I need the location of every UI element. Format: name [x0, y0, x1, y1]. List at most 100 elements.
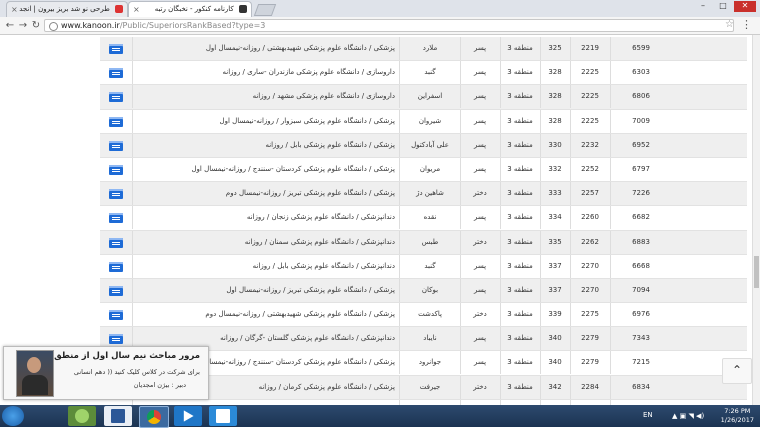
report-card-icon[interactable] [109, 189, 123, 200]
cell-field: پزشکی / دانشگاه علوم پزشکی تبریز / روزان… [132, 278, 400, 302]
forward-arrow-icon[interactable]: → [17, 19, 29, 32]
cell-rank: 2252 [570, 157, 611, 181]
taskbar-word-icon[interactable] [104, 406, 132, 426]
scrollbar-thumb[interactable] [754, 256, 759, 288]
cell-rank: 2260 [570, 206, 611, 230]
report-card-icon[interactable] [109, 334, 123, 345]
report-card-icon[interactable] [109, 164, 123, 175]
action-cell [100, 206, 133, 230]
cell-sex: پسر [460, 133, 501, 157]
cell-region-rank: 340 [540, 327, 571, 351]
cell-region: منطقه 3 [500, 230, 541, 254]
address-bar[interactable]: www.kanoon.ir/Public/SuperiorsRankBased?… [44, 19, 734, 32]
cell-region: منطقه 3 [500, 254, 541, 278]
browser-toolbar: ← → ↻ www.kanoon.ir/Public/SuperiorsRank… [0, 17, 760, 35]
report-card-icon[interactable] [109, 213, 123, 224]
cell-region-rank: 325 [540, 37, 571, 60]
report-card-icon[interactable] [109, 285, 123, 296]
cell-field: پزشکی / دانشگاه علوم پزشکی شهیدبهشتی / ر… [132, 303, 400, 327]
cell-city: جیرفت [400, 375, 461, 399]
close-tab-icon[interactable]: × [11, 2, 18, 17]
bookmark-star-icon[interactable]: ☆ [725, 19, 734, 30]
taskbar-calculator-icon[interactable] [209, 406, 237, 426]
clock[interactable]: 7:26 PM 1/26/2017 [721, 407, 754, 425]
language-indicator[interactable]: EN [643, 411, 653, 419]
cell-region: منطقه 3 [500, 37, 541, 60]
menu-icon[interactable]: ⋮ [741, 18, 752, 31]
favicon-icon [115, 5, 123, 13]
cell-sex: پسر [460, 37, 501, 60]
table-row: دندانپزشکی / دانشگاه علوم پزشکی زنجان / … [100, 206, 747, 231]
cell-field: پزشکی / دانشگاه علوم پزشکی سبزوار / روزا… [132, 109, 400, 133]
action-cell [100, 303, 133, 327]
cell-region-rank: 337 [540, 278, 571, 302]
report-card-icon[interactable] [109, 116, 123, 127]
cell-city: گنبد [400, 61, 461, 85]
tab-2[interactable]: × کارنامه کنکور - نخبگان رتبه [128, 1, 252, 17]
cell-sex: پسر [460, 157, 501, 181]
promo-text[interactable]: برای شرکت در کلاس کلیک کنید (( دهم انسان… [74, 368, 200, 376]
table-row: پزشکی / دانشگاه علوم پزشکی کردستان -سنند… [100, 157, 747, 183]
cell-rank: 2279 [570, 351, 611, 375]
cell-field: پزشکی / دانشگاه علوم پزشکی بابل / روزانه [132, 133, 400, 157]
cell-region-rank: 334 [540, 206, 571, 230]
cell-region: منطقه 3 [500, 133, 541, 157]
cell-rank: 2279 [570, 327, 611, 351]
new-tab-button[interactable] [253, 4, 277, 16]
cell-rank: 2270 [570, 254, 611, 278]
cell-region-rank: 339 [540, 303, 571, 327]
cell-rank: 2219 [570, 37, 611, 60]
report-card-icon[interactable] [109, 140, 123, 151]
teacher-photo [16, 350, 54, 397]
report-card-icon[interactable] [109, 261, 123, 272]
action-cell [100, 182, 133, 206]
scrollbar[interactable] [752, 35, 760, 405]
close-window-icon[interactable]: ✕ [734, 1, 756, 12]
close-tab-icon[interactable]: × [133, 2, 140, 17]
cell-sex: پسر [460, 206, 501, 230]
cell-field: دندانپزشکی / دانشگاه علوم پزشکی بابل / ر… [132, 254, 400, 278]
cell-region: منطقه 3 [500, 278, 541, 302]
cell-sex: دختر [460, 375, 501, 399]
cell-id: 6599 [632, 44, 650, 52]
clock-time: 7:26 PM [724, 407, 751, 415]
cell-city: گنبد [400, 254, 461, 278]
report-card-icon[interactable] [109, 237, 123, 248]
table-row: پزشکی / دانشگاه علوم پزشکی شهیدبهشتی / ر… [100, 37, 747, 62]
cell-region-rank: 332 [540, 157, 571, 181]
report-card-icon[interactable] [109, 92, 123, 103]
taskbar-chrome-icon[interactable] [139, 406, 169, 428]
start-button[interactable] [2, 406, 24, 426]
tab-1[interactable]: × طرحی نو شد بریز بیرون | انجد [6, 1, 128, 17]
minimize-icon[interactable]: – [694, 1, 712, 12]
cell-city: نقده [400, 206, 461, 230]
taskbar-media-icon[interactable] [174, 406, 202, 426]
tray-icons[interactable]: ▲ ▣ ◥ ◀) [672, 412, 704, 420]
report-card-icon[interactable] [109, 68, 123, 79]
cell-region: منطقه 3 [500, 109, 541, 133]
cell-region-rank: 340 [540, 351, 571, 375]
page-info-icon[interactable] [49, 22, 58, 31]
cell-id: 7215 [632, 358, 650, 367]
taskbar-app-icon[interactable] [68, 406, 96, 426]
window-controls: – □ ✕ [694, 1, 756, 12]
cell-id: 7343 [632, 334, 650, 343]
scroll-to-top-button[interactable]: ⌃ [722, 358, 752, 384]
table-row: داروسازی / دانشگاه علوم پزشکی مازندران -… [100, 61, 747, 86]
cell-field: داروسازی / دانشگاه علوم پزشکی مشهد / روز… [132, 85, 400, 109]
cell-sex: دختر [460, 303, 501, 327]
maximize-icon[interactable]: □ [714, 1, 732, 12]
table-row: پزشکی / دانشگاه علوم پزشکی سبزوار / روزا… [100, 109, 747, 134]
report-card-icon[interactable] [109, 310, 123, 321]
cell-city: مریوان [400, 157, 461, 181]
cell-city: بوکان [400, 278, 461, 302]
report-card-icon[interactable] [109, 44, 123, 54]
cell-region-rank: 328 [540, 85, 571, 109]
tab-title: طرحی نو شد بریز بیرون | انجد [19, 5, 110, 13]
cell-city: طبس [400, 230, 461, 254]
promo-popup[interactable]: مرور مباحث نیم سال اول از منطق برای شرکت… [3, 346, 209, 400]
reload-icon[interactable]: ↻ [30, 19, 42, 32]
back-arrow-icon[interactable]: ← [4, 19, 16, 32]
cell-id: 6976 [632, 310, 650, 319]
cell-rank: 2257 [570, 182, 611, 206]
